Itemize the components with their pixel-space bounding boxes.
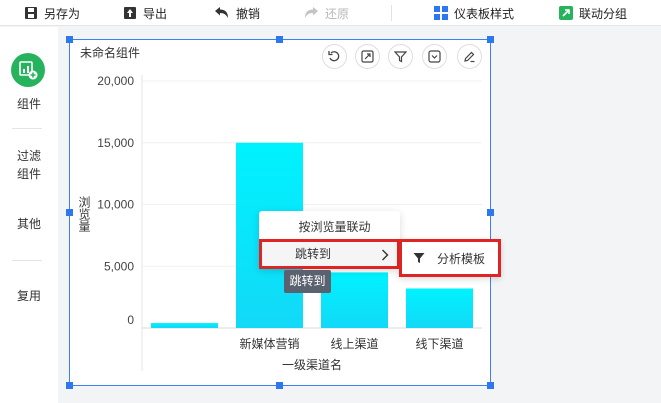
bar[interactable] [321,272,388,328]
y-tick-label: 0 [127,313,134,327]
x-tick-label: 新媒体营销 [239,336,299,351]
x-axis-label: 一级渠道名 [282,357,342,372]
bar[interactable] [151,323,218,328]
chevron-right-icon [382,249,389,261]
bar-chart: 20,000 15,000 10,000 5,000 0 新媒体营销 线上渠道 线下渠道 浏览… [77,74,482,372]
filter-icon [413,253,425,263]
menu-item-jump-to[interactable]: 跳转到 [259,239,400,269]
analysis-template-label: 分析模板 [437,251,486,266]
y-tick-label: 20,000 [97,74,134,88]
y-axis-label: 浏览量 [77,196,91,232]
menu-item-link-by-views[interactable]: 按浏览量联动 [259,213,400,241]
x-tick-label: 线上渠道 [330,337,378,351]
y-tick-label: 10,000 [97,198,134,212]
jump-to-label: 跳转到 [295,247,332,261]
x-tick-label: 线下渠道 [415,337,463,351]
y-tick-label: 5,000 [104,259,134,273]
y-tick-label: 15,000 [97,136,134,150]
context-menu: 按浏览量联动 跳转到 [259,211,400,269]
jump-to-tooltip: 跳转到 [284,270,331,293]
bar[interactable] [406,288,473,328]
submenu-item-analysis-template[interactable]: 分析模板 [399,239,501,277]
